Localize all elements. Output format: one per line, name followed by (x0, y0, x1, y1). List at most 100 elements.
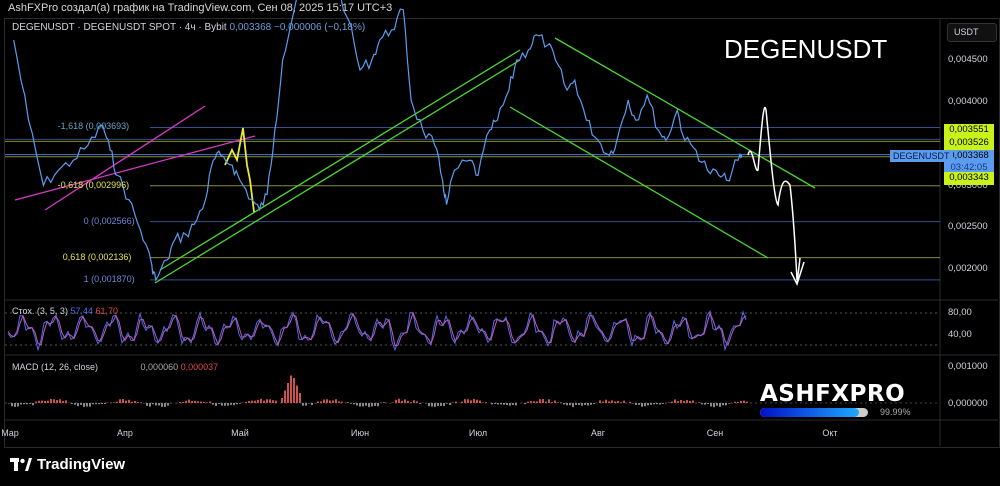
macd-histogram-bar (605, 399, 607, 403)
macd-histogram-bar (125, 400, 127, 403)
fib-level-label: 0 (0,002566) (83, 215, 135, 226)
macd-histogram-bar (395, 399, 397, 403)
macd-histogram-bar (680, 400, 682, 403)
macd-histogram-bar (419, 403, 421, 404)
macd-histogram-bar (275, 400, 277, 403)
macd-histogram-bar (407, 400, 409, 403)
macd-histogram-bar (746, 401, 748, 403)
macd-histogram-bar (119, 399, 121, 403)
macd-histogram-bar (263, 400, 265, 403)
macd-histogram-bar (539, 399, 541, 403)
tradingview-logo[interactable]: TradingView (10, 456, 125, 473)
macd-histogram-bar (224, 403, 226, 406)
channel-line-green[interactable] (509, 106, 769, 259)
symbol-legend[interactable]: DEGENUSDT · DEGENUSDT SPOT · 4ч · Bybit … (12, 22, 365, 33)
macd-histogram-bar (602, 401, 604, 403)
price-change: −0,000006 (−0,18%) (273, 22, 366, 33)
macd-histogram-bar (440, 403, 442, 406)
macd-histogram-bar (197, 401, 199, 403)
macd-histogram-bar (494, 403, 496, 404)
macd-histogram-bar (449, 403, 451, 405)
macd-histogram-bar (272, 400, 274, 403)
macd-histogram-bar (563, 403, 565, 405)
macd-histogram-bar (506, 403, 508, 406)
macd-histogram-bar (434, 403, 436, 407)
trendline-magenta[interactable] (14, 135, 256, 201)
price-tick: 0,004000 (948, 96, 988, 107)
month-label: Июн (350, 428, 370, 438)
macd-histogram-bar (158, 403, 160, 406)
macd-histogram-bar (23, 403, 25, 405)
tradingview-logo-icon (10, 458, 32, 471)
macd-histogram-bar (593, 403, 595, 404)
macd-histogram-bar (533, 401, 535, 403)
macd-histogram-bar (719, 403, 721, 407)
macd-histogram-bar (200, 401, 202, 403)
macd-histogram-bar (428, 403, 430, 407)
macd-legend[interactable]: MACD (12, 26, close) 0,000060 0,000037 (12, 362, 218, 372)
macd-histogram-bar (41, 400, 43, 403)
macd-histogram-bar (557, 402, 559, 403)
macd-histogram-bar (446, 403, 448, 404)
macd-histogram-bar (578, 403, 580, 406)
macd-histogram-bar (77, 403, 79, 407)
macd-histogram-bar (50, 398, 52, 403)
macd-histogram-bar (644, 403, 646, 407)
month-label: Окт (822, 428, 838, 438)
macd-histogram-bar (725, 403, 727, 406)
macd-histogram-bar (332, 400, 334, 403)
macd-histogram-bar (350, 403, 352, 404)
forecast-arrow-path[interactable] (747, 107, 798, 281)
macd-histogram-bar (296, 385, 298, 403)
macd-histogram-bar (152, 403, 154, 405)
last-price: 0,003368 (229, 22, 272, 33)
macd-histogram-bar (83, 403, 85, 407)
macd-label: MACD (12, 26, close) (12, 362, 99, 372)
macd-histogram-bar (59, 399, 61, 403)
macd-histogram-bar (656, 403, 658, 405)
macd-histogram-bar (56, 400, 58, 403)
macd-histogram-bar (230, 403, 232, 405)
macd-histogram-bar (611, 400, 613, 403)
macd-histogram-bar (116, 401, 118, 403)
macd-histogram-bar (137, 401, 139, 403)
macd-histogram-bar (53, 399, 55, 403)
macd-histogram-bar (110, 402, 112, 403)
macd-histogram-bar (479, 400, 481, 403)
macd-histogram-bar (701, 403, 703, 405)
macd-histogram-bar (20, 403, 22, 405)
macd-histogram-bar (161, 403, 163, 407)
macd-histogram-bar (212, 403, 214, 405)
stoch-k-line (7, 310, 747, 352)
macd-histogram-bar (155, 403, 157, 406)
macd-histogram-bar (254, 400, 256, 403)
macd-histogram-bar (308, 403, 310, 404)
macd-tick: 0,000000 (948, 398, 988, 409)
macd-histogram-bar (206, 402, 208, 403)
macd-histogram-bar (617, 400, 619, 403)
price-tick: 0,004500 (948, 54, 988, 65)
macd-histogram-bar (743, 400, 745, 403)
macd-histogram-bar (581, 403, 583, 406)
stoch-legend[interactable]: Стох. (3, 5, 3) 57,44 61,70 (12, 306, 118, 316)
macd-histogram-bar (401, 400, 403, 403)
macd-histogram-bar (149, 403, 151, 407)
macd-histogram-bar (674, 399, 676, 403)
macd-histogram-bar (128, 399, 130, 403)
macd-histogram-bar (221, 403, 223, 406)
macd-histogram-bar (167, 403, 169, 406)
macd-histogram-bar (515, 403, 517, 406)
macd-histogram-bar (65, 400, 67, 403)
macd-histogram-bar (671, 401, 673, 403)
progress-label: 99.99% (880, 407, 911, 417)
macd-histogram-bar (356, 403, 358, 406)
level-tag: 0,003526 (944, 137, 994, 150)
stoch-label: Стох. (3, 5, 3) (12, 306, 68, 316)
macd-histogram-bar (284, 390, 286, 403)
macd-histogram-bar (554, 400, 556, 403)
macd-histogram-bar (443, 403, 445, 407)
macd-histogram-bar (329, 400, 331, 403)
macd-histogram-bar (548, 399, 550, 403)
currency-button[interactable]: USDT (947, 23, 997, 42)
macd-histogram-bar (320, 401, 322, 403)
